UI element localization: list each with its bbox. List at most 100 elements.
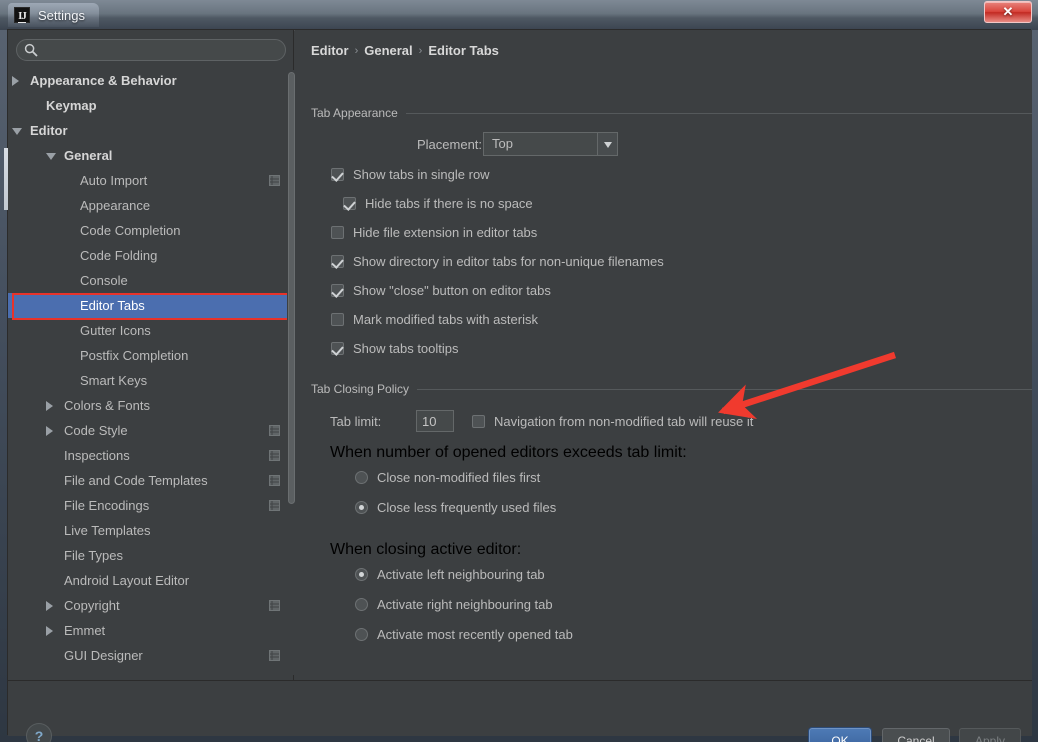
sidebar-item-label: Auto Import (80, 173, 148, 188)
tab-closing-policy-header: Tab Closing Policy (311, 382, 1032, 396)
sidebar-item-inspections[interactable]: Inspections (8, 443, 294, 468)
radio-row: Activate most recently opened tab (355, 627, 573, 642)
placement-dropdown[interactable]: Top (483, 132, 618, 156)
radio-label: Close less frequently used files (377, 500, 557, 515)
sidebar-item-label: Console (80, 273, 128, 288)
chevron-right-icon[interactable] (46, 626, 53, 636)
help-button[interactable]: ? (26, 723, 52, 742)
sidebar-item-label: Copyright (64, 598, 120, 613)
tab-appearance-title: Tab Appearance (311, 106, 398, 120)
chevron-down-icon[interactable] (46, 153, 56, 160)
sidebar-scrollbar-thumb[interactable] (288, 72, 295, 504)
tab-appearance-group: Tab Appearance (311, 106, 1032, 120)
sidebar-item-file-encodings[interactable]: File Encodings (8, 493, 294, 518)
sidebar-item-label: Keymap (46, 98, 97, 113)
checkbox-mark-modified-tabs-with-asterisk[interactable] (331, 313, 344, 326)
group-divider (405, 112, 1032, 114)
group-divider (417, 388, 1032, 390)
tab-closing-policy-group: Tab Closing Policy (311, 382, 1032, 396)
settings-tree[interactable]: Appearance & Behavior Keymap Editor General… (8, 68, 294, 680)
sidebar-item-appearance-behavior[interactable]: Appearance & Behavior (8, 68, 294, 93)
chevron-right-icon[interactable] (46, 601, 53, 611)
sidebar-item-label: File and Code Templates (64, 473, 208, 488)
tab-limit-input[interactable] (416, 410, 454, 432)
breadcrumb-separator-1: › (354, 44, 359, 57)
closing-editor-label: When closing active editor: (330, 541, 522, 558)
checkbox-show-close-button-on-editor-tabs[interactable] (331, 284, 344, 297)
chevron-down-icon[interactable] (12, 128, 22, 135)
sidebar-item-copyright[interactable]: Copyright (8, 593, 294, 618)
sidebar-item-gutter-icons[interactable]: Gutter Icons (8, 318, 294, 343)
sidebar-item-label: Gutter Icons (80, 323, 151, 338)
sidebar-item-editor-tabs[interactable]: Editor Tabs (8, 293, 294, 320)
window-title: Settings (38, 7, 85, 23)
chevron-right-icon[interactable] (46, 401, 53, 411)
project-scope-icon (269, 599, 280, 611)
checkbox-show-directory-in-editor-tabs-for-non-unique-filenames[interactable] (331, 255, 344, 268)
close-button[interactable]: ✕ (984, 1, 1032, 23)
ok-button[interactable]: OK (809, 728, 871, 742)
breadcrumb-part-editor[interactable]: Editor (311, 43, 349, 58)
radio-label: Activate right neighbouring tab (377, 597, 553, 612)
radio-activate-right-neighbouring-tab[interactable] (355, 598, 368, 611)
tab-limit-row: Tab limit: Navigation from non-modified … (330, 410, 753, 432)
sidebar-item-code-folding[interactable]: Code Folding (8, 243, 294, 268)
checkbox-row: Hide tabs if there is no space (343, 196, 533, 211)
project-scope-icon (269, 174, 280, 186)
settings-window: IJ Settings ✕ Appearance & Behavior Keyma… (0, 0, 1038, 742)
sidebar-item-file-and-code-templates[interactable]: File and Code Templates (8, 468, 294, 493)
exceeds-limit-label: When number of opened editors exceeds ta… (330, 444, 687, 461)
tab-appearance-header: Tab Appearance (311, 106, 1032, 120)
breadcrumb-part-general[interactable]: General (364, 43, 412, 58)
settings-sidebar: Appearance & Behavior Keymap Editor General… (4, 30, 295, 680)
sidebar-item-gui-designer[interactable]: GUI Designer (8, 643, 294, 668)
checkbox-show-tabs-in-single-row[interactable] (331, 168, 344, 181)
chevron-down-icon[interactable] (597, 133, 617, 155)
project-scope-icon (269, 449, 280, 461)
radio-activate-most-recently-opened-tab[interactable] (355, 628, 368, 641)
radio-close-less-frequently-used-files[interactable] (355, 501, 368, 514)
project-scope-icon (269, 649, 280, 661)
sidebar-item-console[interactable]: Console (8, 268, 294, 293)
reuse-tab-checkbox[interactable] (472, 414, 485, 428)
checkbox-hide-tabs-if-there-is-no-space[interactable] (343, 197, 356, 210)
sidebar-item-label: File Types (64, 548, 124, 563)
cancel-button[interactable]: Cancel (882, 728, 950, 742)
search-input[interactable] (16, 39, 286, 61)
sidebar-item-label: Code Completion (80, 223, 181, 238)
checkbox-hide-file-extension-in-editor-tabs[interactable] (331, 226, 344, 239)
radio-label: Activate most recently opened tab (377, 627, 573, 642)
tab-closing-policy-title: Tab Closing Policy (311, 382, 410, 396)
chevron-right-icon[interactable] (12, 76, 19, 86)
sidebar-item-label: GUI Designer (64, 648, 143, 663)
sidebar-item-emmet[interactable]: Emmet (8, 618, 294, 643)
sidebar-item-auto-import[interactable]: Auto Import (8, 168, 294, 193)
sidebar-item-keymap[interactable]: Keymap (8, 93, 294, 118)
radio-close-non-modified-files-first[interactable] (355, 471, 368, 484)
title-bar: IJ Settings ✕ (0, 0, 1038, 29)
sidebar-item-postfix-completion[interactable]: Postfix Completion (8, 343, 294, 368)
radio-activate-left-neighbouring-tab[interactable] (355, 568, 368, 581)
sidebar-item-colors-fonts[interactable]: Colors & Fonts (8, 393, 294, 418)
sidebar-item-label: Inspections (64, 448, 130, 463)
sidebar-item-editor[interactable]: Editor (8, 118, 294, 143)
radio-row: Activate left neighbouring tab (355, 567, 545, 582)
sidebar-item-smart-keys[interactable]: Smart Keys (8, 368, 294, 393)
checkbox-label: Show "close" button on editor tabs (353, 283, 551, 298)
checkbox-label: Hide file extension in editor tabs (353, 225, 538, 240)
sidebar-item-general[interactable]: General (8, 143, 294, 168)
sidebar-item-live-templates[interactable]: Live Templates (8, 518, 294, 543)
checkbox-row: Hide file extension in editor tabs (331, 225, 537, 240)
settings-content-pane: Editor › General › Editor Tabs Tab Appea… (295, 30, 1032, 680)
checkbox-label: Show directory in editor tabs for non-un… (353, 254, 664, 269)
sidebar-item-code-style[interactable]: Code Style (8, 418, 294, 443)
settings-dialog: Appearance & Behavior Keymap Editor General… (4, 29, 1032, 742)
checkbox-show-tabs-tooltips[interactable] (331, 342, 344, 355)
sidebar-item-label: Editor Tabs (80, 298, 145, 313)
chevron-right-icon[interactable] (46, 426, 53, 436)
sidebar-item-appearance[interactable]: Appearance (8, 193, 294, 218)
checkbox-row: Show tabs tooltips (331, 341, 459, 356)
sidebar-item-android-layout-editor[interactable]: Android Layout Editor (8, 568, 294, 593)
sidebar-item-code-completion[interactable]: Code Completion (8, 218, 294, 243)
sidebar-item-file-types[interactable]: File Types (8, 543, 294, 568)
